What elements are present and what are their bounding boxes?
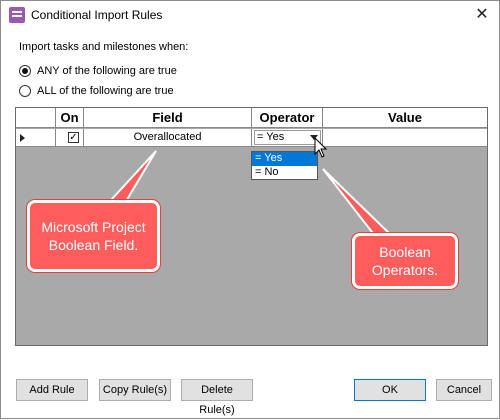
field-callout: Microsoft Project Boolean Field.: [27, 200, 160, 272]
cancel-button[interactable]: Cancel: [436, 379, 492, 401]
dialog-window: Conditional Import Rules ✕ Import tasks …: [0, 0, 500, 419]
add-rule-button[interactable]: Add Rule: [16, 379, 88, 401]
operator-callout: Boolean Operators.: [352, 233, 458, 289]
delete-rules-button[interactable]: Delete Rule(s): [181, 379, 253, 416]
copy-rules-button[interactable]: Copy Rule(s): [99, 379, 171, 401]
ok-button[interactable]: OK: [354, 379, 426, 401]
